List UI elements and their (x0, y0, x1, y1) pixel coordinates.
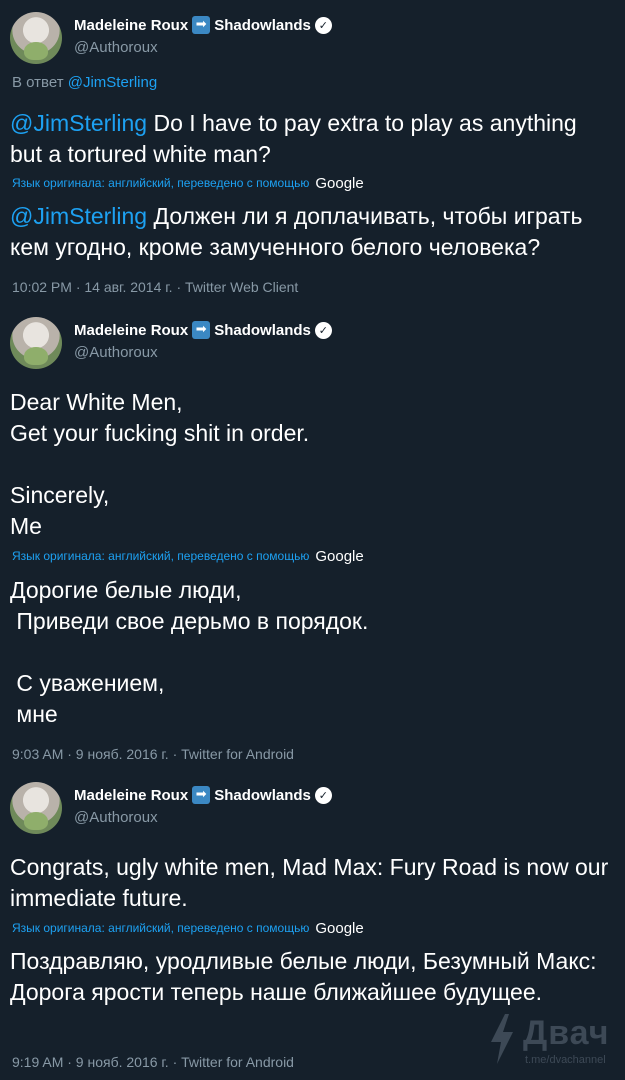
author-handle[interactable]: @Authoroux (74, 39, 158, 56)
translation-note: Язык оригинала: английский, переведено с… (12, 173, 364, 193)
avatar-figure (24, 42, 48, 60)
tweet-header: Madeleine Roux ➡ Shadowlands ✓ @Authorou… (10, 778, 610, 838)
translation-note: Язык оригинала: английский, переведено с… (12, 918, 364, 938)
avatar-figure (24, 347, 48, 365)
tweet-meta[interactable]: 9:03 AM · 9 нояб. 2016 г. · Twitter for … (12, 746, 294, 762)
tweet-header: Madeleine Roux ➡ Shadowlands ✓ @Authorou… (10, 8, 610, 68)
reply-context: В ответ @JimSterling (12, 74, 157, 91)
tweet-text: Dear White Men, Get your fucking shit in… (10, 389, 310, 539)
watermark-subtitle: t.me/dvachannel (525, 1054, 606, 1066)
author-handle[interactable]: @Authoroux (74, 809, 158, 826)
watermark: Двач t.me/dvachannel (487, 1014, 617, 1074)
author-name-suffix[interactable]: Shadowlands (214, 322, 311, 339)
tweet-text: Congrats, ugly white men, Mad Max: Fury … (10, 854, 615, 911)
translation-note-text: Язык оригинала: английский, переведено с… (12, 549, 310, 563)
tweet-text: @JimSterling Do I have to pay extra to p… (10, 108, 610, 170)
arrow-right-icon: ➡ (192, 16, 211, 34)
reply-mention-link[interactable]: @JimSterling (68, 74, 157, 91)
translated-mention-link[interactable]: @JimSterling (10, 203, 147, 229)
tweet-meta[interactable]: 10:02 PM · 14 авг. 2014 г. · Twitter Web… (12, 279, 298, 295)
tweet-2[interactable]: Madeleine Roux ➡ Shadowlands ✓ @Authorou… (0, 305, 625, 770)
google-logo: Google (315, 547, 364, 565)
lightning-bolt-icon (491, 1014, 513, 1064)
translated-text: Поздравляю, уродливые белые люди, Безумн… (10, 948, 603, 1005)
author-name-suffix[interactable]: Shadowlands (214, 787, 311, 804)
tweet-meta[interactable]: 9:19 AM · 9 нояб. 2016 г. · Twitter for … (12, 1054, 294, 1070)
translated-text: @JimSterling Должен ли я доплачивать, чт… (10, 201, 610, 263)
google-logo: Google (315, 919, 364, 937)
author-name[interactable]: Madeleine Roux (74, 322, 188, 339)
arrow-right-icon: ➡ (192, 786, 211, 804)
verified-badge-icon: ✓ (314, 16, 332, 34)
author-handle[interactable]: @Authoroux (74, 344, 158, 361)
translation-note: Язык оригинала: английский, переведено с… (12, 546, 364, 566)
reply-prefix: В ответ (12, 74, 64, 91)
avatar[interactable] (10, 12, 62, 64)
author-name-row[interactable]: Madeleine Roux ➡ Shadowlands ✓ (74, 784, 332, 806)
author-name-suffix[interactable]: Shadowlands (214, 17, 311, 34)
translation-note-text: Язык оригинала: английский, переведено с… (12, 921, 310, 935)
author-name-row[interactable]: Madeleine Roux ➡ Shadowlands ✓ (74, 14, 332, 36)
watermark-title: Двач (523, 1014, 610, 1052)
verified-badge-icon: ✓ (314, 321, 332, 339)
translated-text: Дорогие белые люди, Приведи свое дерьмо … (10, 577, 369, 727)
avatar-figure (24, 812, 48, 830)
tweet-header: Madeleine Roux ➡ Shadowlands ✓ @Authorou… (10, 313, 610, 373)
arrow-right-icon: ➡ (192, 321, 211, 339)
google-logo: Google (315, 174, 364, 192)
translation-note-text: Язык оригинала: английский, переведено с… (12, 176, 310, 190)
verified-badge-icon: ✓ (314, 786, 332, 804)
mention-link[interactable]: @JimSterling (10, 110, 147, 136)
tweet-1[interactable]: Madeleine Roux ➡ Shadowlands ✓ @Authorou… (0, 0, 625, 305)
avatar[interactable] (10, 782, 62, 834)
author-name[interactable]: Madeleine Roux (74, 787, 188, 804)
avatar[interactable] (10, 317, 62, 369)
author-name[interactable]: Madeleine Roux (74, 17, 188, 34)
author-name-row[interactable]: Madeleine Roux ➡ Shadowlands ✓ (74, 319, 332, 341)
